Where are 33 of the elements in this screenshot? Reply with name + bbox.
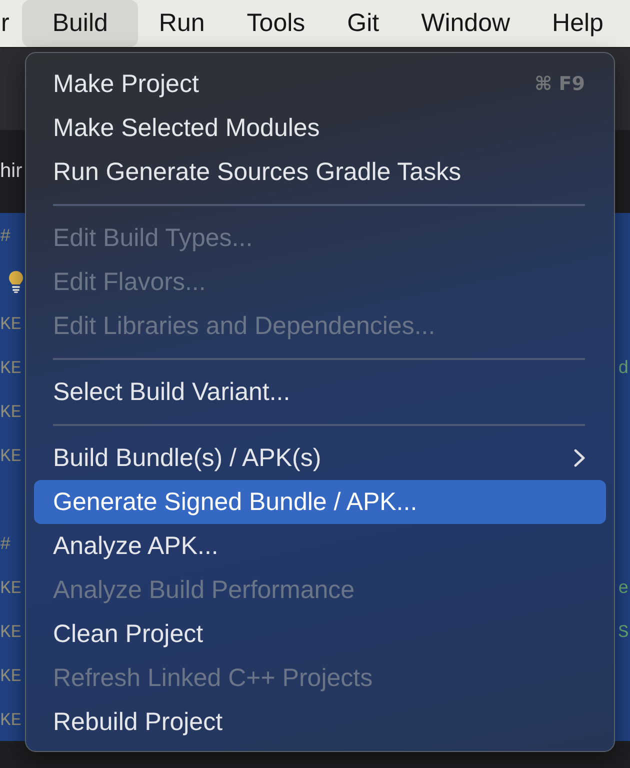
menu-item[interactable]: Generate Signed Bundle / APK... (34, 480, 606, 524)
menu-bar-item[interactable]: Git (326, 0, 400, 47)
tab-label[interactable]: hir (0, 160, 22, 183)
chevron-right-icon (574, 449, 585, 467)
code-fragment: S (618, 623, 629, 645)
menu-item[interactable]: Make Selected Modules (34, 106, 606, 150)
code-fragment: d (618, 359, 629, 381)
code-fragment: KE (0, 447, 22, 469)
code-fragment: # (0, 227, 11, 249)
menu-bar-item[interactable]: Run (138, 0, 226, 47)
code-fragment: KE (0, 623, 22, 645)
menu-item[interactable]: Analyze APK... (34, 524, 606, 568)
menu-item[interactable]: Make Project ⌘ F9 (34, 62, 606, 106)
code-fragment: KE (0, 579, 22, 601)
menu-bar-item[interactable]: Help (531, 0, 624, 47)
menu-item[interactable]: Rebuild Project (34, 700, 606, 744)
lightbulb-icon[interactable] (9, 271, 23, 293)
shortcut-label: ⌘ F9 (534, 73, 585, 95)
menu-item[interactable]: Build Bundle(s) / APK(s) (34, 436, 606, 480)
code-fragment: KE (0, 711, 22, 733)
menu-bar-item[interactable]: Tools (226, 0, 326, 47)
code-fragment: KE (0, 667, 22, 689)
menu-item[interactable]: Clean Project (34, 612, 606, 656)
code-fragment: # (0, 535, 11, 557)
code-fragment: e (618, 579, 629, 601)
menu-bar-item[interactable]: Build (22, 0, 138, 47)
code-fragment: KE (0, 359, 22, 381)
menu-item[interactable]: Run Generate Sources Gradle Tasks (34, 150, 606, 194)
menu-item[interactable]: Select Build Variant... (34, 370, 606, 414)
menu-bar-item[interactable]: r (0, 0, 22, 47)
code-fragment: KE (0, 403, 22, 425)
code-fragment: KE (0, 315, 22, 337)
menu-bar-item[interactable]: Window (400, 0, 532, 47)
